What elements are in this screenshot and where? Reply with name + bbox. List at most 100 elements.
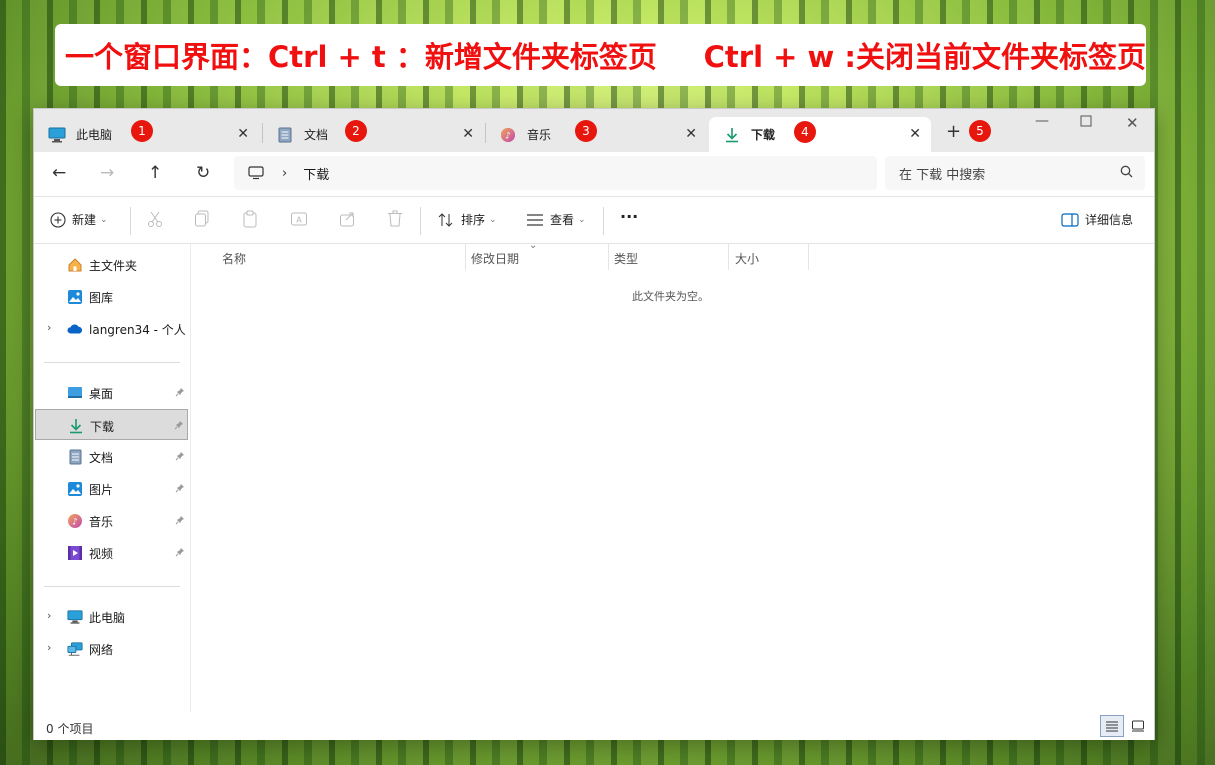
tab-downloads[interactable]: 下载 ✕ bbox=[709, 117, 931, 152]
pin-icon[interactable] bbox=[175, 514, 185, 528]
column-header-type[interactable]: 类型 bbox=[614, 250, 638, 267]
chevron-right-icon[interactable]: › bbox=[47, 641, 51, 654]
sidebar-item-label: 主文件夹 bbox=[89, 259, 138, 273]
monitor-icon bbox=[48, 126, 66, 144]
file-explorer-window: 此电脑 ✕ 1 文档 ✕ 2 ♪ 音乐 ✕ 3 下载 ✕ 4 + 5 — ✕ ←… bbox=[33, 108, 1155, 740]
svg-text:♪: ♪ bbox=[505, 131, 511, 141]
tab-documents[interactable]: 文档 ✕ bbox=[262, 117, 484, 152]
chevron-down-icon: ⌄ bbox=[578, 214, 586, 225]
item-count: 0 个项目 bbox=[46, 722, 94, 736]
sidebar-item-label: 此电脑 bbox=[89, 611, 126, 625]
file-list: 名称 ⌄ 修改日期 类型 大小 此文件夹为空。 bbox=[192, 240, 1154, 712]
pin-icon[interactable] bbox=[174, 419, 184, 433]
sidebar-separator bbox=[44, 586, 180, 587]
chevron-right-icon[interactable]: › bbox=[47, 321, 51, 334]
sidebar-item-label: langren34 - 个人 bbox=[89, 323, 186, 337]
sidebar-item-network[interactable]: › 网络 bbox=[35, 633, 188, 664]
column-header-date[interactable]: 修改日期 bbox=[471, 250, 519, 267]
badge: 4 bbox=[794, 121, 816, 143]
sidebar-item-music[interactable]: ♪ 音乐 bbox=[35, 505, 188, 536]
view-label: 查看 bbox=[550, 213, 575, 227]
search-placeholder: 在 下载 中搜索 bbox=[899, 167, 986, 183]
close-icon[interactable]: ✕ bbox=[462, 126, 474, 142]
sort-icon bbox=[437, 212, 455, 228]
maximize-icon[interactable] bbox=[1080, 115, 1092, 131]
video-icon bbox=[67, 545, 83, 561]
breadcrumb-current[interactable]: 下载 bbox=[303, 164, 329, 183]
column-separator[interactable] bbox=[728, 244, 729, 270]
tab-label: 下载 bbox=[751, 128, 776, 142]
music-icon: ♪ bbox=[499, 126, 517, 144]
badge: 1 bbox=[131, 120, 153, 142]
up-arrow-icon[interactable]: ↑ bbox=[148, 163, 162, 183]
close-icon[interactable]: ✕ bbox=[909, 126, 921, 142]
forward-arrow-icon[interactable]: → bbox=[100, 163, 114, 183]
minimize-icon[interactable]: — bbox=[1035, 113, 1049, 129]
home-icon bbox=[67, 257, 83, 273]
chevron-down-icon: ⌄ bbox=[489, 214, 497, 225]
tiles-view-button[interactable] bbox=[1126, 715, 1150, 737]
view-button[interactable]: 查看 ⌄ bbox=[526, 211, 586, 228]
sort-chevron-icon: ⌄ bbox=[529, 240, 538, 251]
toolbar-separator bbox=[420, 207, 421, 235]
search-icon bbox=[1120, 165, 1133, 182]
path-bar[interactable]: › 下载 bbox=[234, 156, 877, 190]
sidebar-item-documents[interactable]: 文档 bbox=[35, 441, 188, 472]
details-button[interactable]: 详细信息 bbox=[1061, 211, 1133, 228]
sidebar-item-gallery[interactable]: 图库 bbox=[35, 281, 188, 312]
sort-label: 排序 bbox=[461, 213, 486, 227]
chevron-down-icon: ⌄ bbox=[100, 214, 108, 225]
delete-icon[interactable] bbox=[387, 210, 403, 228]
sidebar-item-label: 桌面 bbox=[89, 387, 114, 401]
sidebar-item-this-pc[interactable]: › 此电脑 bbox=[35, 601, 188, 632]
chevron-right-icon[interactable]: › bbox=[282, 166, 287, 181]
sidebar-item-label: 音乐 bbox=[89, 515, 114, 529]
share-icon[interactable] bbox=[339, 210, 357, 228]
copy-icon[interactable] bbox=[194, 210, 210, 228]
new-button[interactable]: 新建 ⌄ bbox=[50, 211, 108, 228]
cut-icon[interactable] bbox=[147, 210, 163, 228]
sidebar-item-videos[interactable]: 视频 bbox=[35, 537, 188, 568]
pin-icon[interactable] bbox=[175, 482, 185, 496]
window-close-icon[interactable]: ✕ bbox=[1126, 114, 1139, 132]
tab-label: 此电脑 bbox=[76, 128, 113, 142]
back-arrow-icon[interactable]: ← bbox=[52, 163, 66, 183]
chevron-right-icon[interactable]: › bbox=[47, 609, 51, 622]
column-separator[interactable] bbox=[608, 244, 609, 270]
sidebar-item-desktop[interactable]: 桌面 bbox=[35, 377, 188, 408]
sort-button[interactable]: 排序 ⌄ bbox=[437, 211, 497, 228]
column-header-name[interactable]: 名称 bbox=[222, 250, 246, 267]
toolbar-separator bbox=[603, 207, 604, 235]
pin-icon[interactable] bbox=[175, 546, 185, 560]
paste-icon[interactable] bbox=[242, 210, 258, 228]
badge: 3 bbox=[575, 120, 597, 142]
column-separator[interactable] bbox=[465, 244, 466, 270]
banner-text-new-tab: 一个窗口界面：Ctrl + t ：新增文件夹标签页 bbox=[65, 40, 657, 74]
close-icon[interactable]: ✕ bbox=[237, 126, 249, 142]
sidebar-item-home[interactable]: 主文件夹 bbox=[35, 249, 188, 280]
plus-circle-icon bbox=[50, 211, 66, 228]
download-icon bbox=[68, 418, 84, 434]
rename-icon[interactable]: A bbox=[290, 210, 308, 228]
svg-text:♪: ♪ bbox=[72, 518, 78, 528]
sidebar-item-label: 网络 bbox=[89, 643, 114, 657]
status-bar: 0 个项目 bbox=[34, 712, 1154, 740]
sidebar-item-label: 视频 bbox=[89, 547, 114, 561]
column-header-size[interactable]: 大小 bbox=[735, 250, 759, 267]
document-icon bbox=[67, 449, 83, 465]
details-view-button[interactable] bbox=[1100, 715, 1124, 737]
sidebar-item-downloads[interactable]: 下载 bbox=[35, 409, 188, 440]
sidebar-item-onedrive[interactable]: › langren34 - 个人 bbox=[35, 313, 188, 344]
sidebar-item-pictures[interactable]: 图片 bbox=[35, 473, 188, 504]
network-icon bbox=[67, 641, 83, 657]
tab-label: 文档 bbox=[304, 128, 329, 142]
new-tab-button[interactable]: + bbox=[946, 121, 961, 142]
pin-icon[interactable] bbox=[175, 450, 185, 464]
search-input[interactable]: 在 下载 中搜索 bbox=[885, 156, 1145, 190]
document-icon bbox=[276, 126, 294, 144]
column-separator[interactable] bbox=[808, 244, 809, 270]
more-options-button[interactable]: ··· bbox=[620, 207, 638, 226]
refresh-icon[interactable]: ↻ bbox=[196, 163, 210, 183]
close-icon[interactable]: ✕ bbox=[685, 126, 697, 142]
pin-icon[interactable] bbox=[175, 386, 185, 400]
